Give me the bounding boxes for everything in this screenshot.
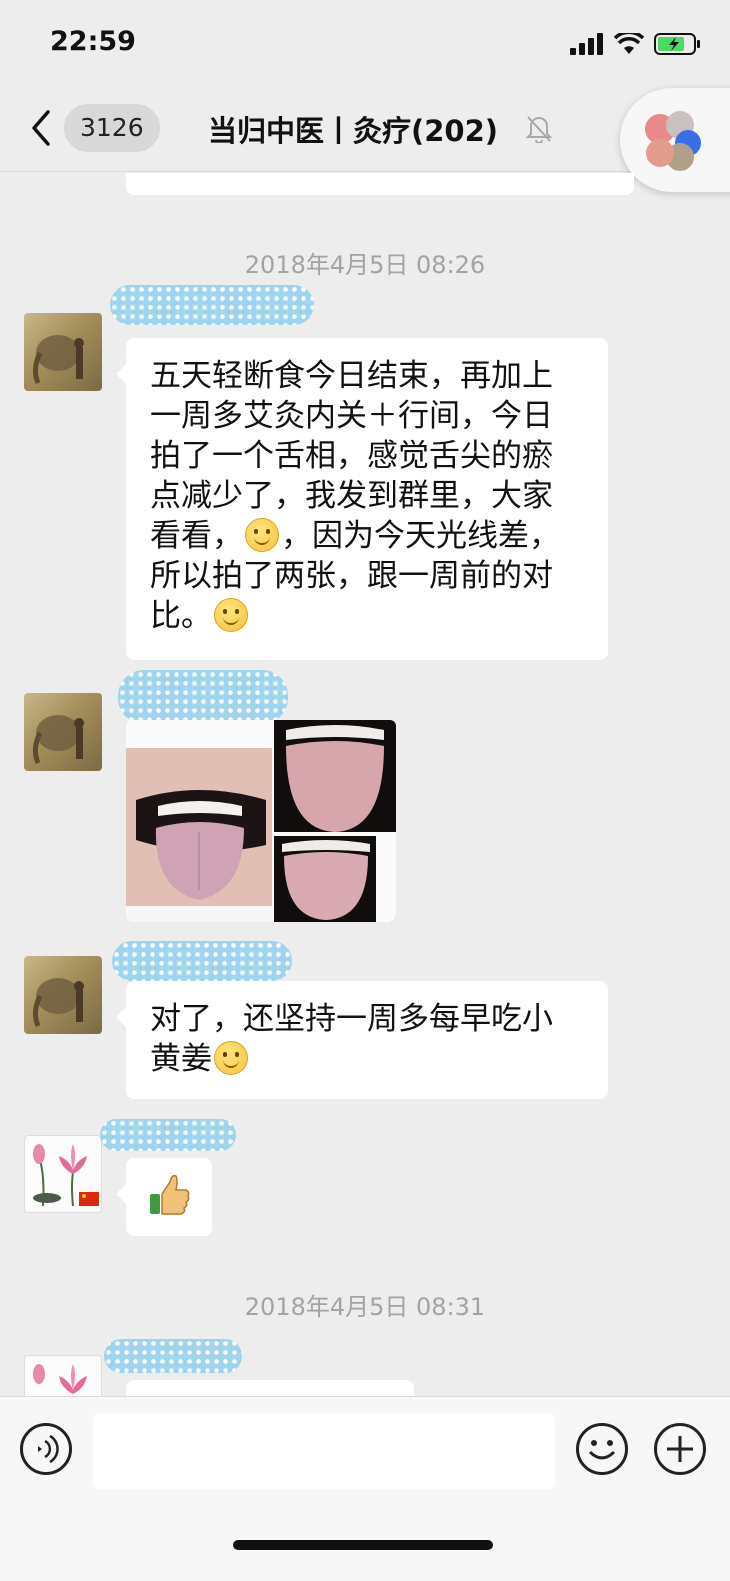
elephant-avatar-icon	[32, 715, 84, 764]
message-line-group: 看看， ，因为今天光线差，	[150, 516, 584, 556]
message-line: 对了，还坚持一周多每早吃小	[150, 1001, 553, 1037]
previous-message-bubble[interactable]	[126, 173, 634, 195]
emoji-button[interactable]	[576, 1423, 628, 1475]
thumbs-up-icon	[150, 1174, 190, 1215]
more-options-button[interactable]	[654, 1423, 706, 1475]
tongue-photo[interactable]	[126, 720, 396, 922]
elephant-avatar-icon	[32, 335, 84, 384]
smile-emoji-icon	[214, 1041, 248, 1075]
message-line: 一周多艾灸内关＋行间，今日	[150, 398, 553, 434]
avatar[interactable]	[24, 693, 102, 771]
signal-icon	[570, 33, 603, 55]
status-bar: 22:59	[0, 0, 730, 88]
avatar[interactable]	[24, 956, 102, 1034]
message-text: 比。	[150, 598, 212, 634]
plus-icon	[667, 1436, 693, 1462]
tongue-photo-image	[126, 720, 396, 922]
sender-name-mask	[112, 941, 292, 981]
chevron-left-icon[interactable]	[26, 108, 56, 148]
chat-area[interactable]: 2018年4月5日 08:26 五天轻断食今日结束，再加上 一周多艾灸内关＋行间…	[0, 173, 730, 1405]
unread-count-badge[interactable]: 3126	[64, 104, 160, 152]
message-timestamp: 2018年4月5日 08:31	[244, 1293, 486, 1321]
wifi-icon	[614, 33, 644, 54]
message-bubble[interactable]: 对了，还坚持一周多每早吃小 黄姜	[116, 981, 608, 1099]
status-time: 22:59	[50, 26, 136, 57]
voice-input-button[interactable]	[20, 1423, 72, 1475]
battery-icon	[654, 33, 700, 55]
smiley-icon	[588, 1440, 616, 1460]
message-bubble[interactable]	[116, 1158, 212, 1236]
avatar[interactable]	[24, 313, 102, 391]
message-bubble[interactable]: 五天轻断食今日结束，再加上 一周多艾灸内关＋行间，今日 拍了一个舌相，感觉舌尖的…	[116, 338, 608, 660]
elephant-avatar-icon	[32, 978, 84, 1027]
blush-emoji-icon	[245, 518, 279, 552]
message-timestamp: 2018年4月5日 08:26	[244, 251, 486, 279]
sender-name-mask	[110, 285, 314, 325]
message-line: 五天轻断食今日结束，再加上	[150, 358, 553, 394]
mini-program-icon	[645, 111, 701, 171]
voice-icon	[38, 1434, 59, 1464]
message-text: 黄姜	[150, 1041, 212, 1077]
sender-name-mask	[118, 670, 288, 724]
input-bar	[0, 1396, 730, 1581]
message-line: 拍了一个舌相，感觉舌尖的瘀	[150, 438, 553, 474]
avatar[interactable]	[24, 1135, 102, 1213]
message-text: ，因为今天光线差，	[281, 518, 560, 554]
message-line-group: 比。	[150, 596, 584, 636]
smile-emoji-icon	[214, 598, 248, 632]
lotus-avatar-icon	[33, 1144, 99, 1207]
sender-name-mask	[104, 1339, 242, 1373]
status-icons	[570, 32, 702, 56]
message-line: 点减少了，我发到群里，大家	[150, 478, 553, 514]
message-text: 看看，	[150, 518, 243, 554]
bell-slash-icon	[526, 116, 552, 143]
message-line: 所以拍了两张，跟一周前的对	[150, 558, 553, 594]
sender-name-mask	[100, 1119, 236, 1151]
message-input[interactable]	[93, 1413, 555, 1489]
chat-title: 当归中医丨灸疗(202)	[208, 114, 499, 148]
home-indicator[interactable]	[233, 1540, 493, 1550]
message-line-group: 黄姜	[150, 1039, 584, 1079]
